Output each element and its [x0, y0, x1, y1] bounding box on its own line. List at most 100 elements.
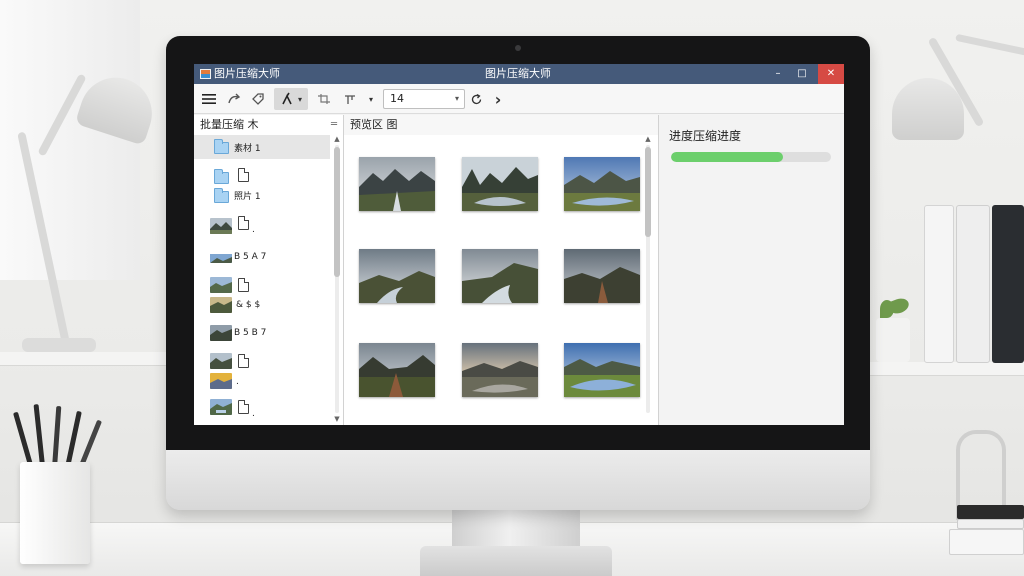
crop-button[interactable] [314, 88, 334, 110]
tree-item[interactable]: . [194, 211, 330, 239]
image-thumbnail [210, 297, 232, 313]
monitor-chin [166, 450, 870, 510]
monitor: 图片压缩大师 图片压缩大师 – □ ✕ ▾ ▾ 14 ▾ › 批量压缩 木 ═ … [166, 36, 870, 510]
chevron-down-icon: ▾ [297, 94, 302, 104]
redo-icon [228, 93, 241, 104]
tree-item-label: 照片 1 [234, 192, 261, 202]
stamp-button[interactable] [340, 88, 360, 110]
zoom-value: 14 [390, 92, 404, 105]
refresh-icon [471, 93, 481, 104]
right-lamp-shade [892, 78, 964, 140]
tree-item[interactable]: . [194, 351, 330, 393]
hamburger-menu-button[interactable] [200, 88, 218, 110]
image-thumbnail [210, 277, 232, 293]
tree-item[interactable]: . [194, 397, 330, 423]
file-panel-header: 批量压缩 木 ═ [194, 115, 343, 135]
image-thumbnail[interactable] [564, 249, 640, 303]
tree-item-label: 素材 1 [234, 144, 261, 154]
preview-scrollbar[interactable]: ▲ [644, 135, 652, 425]
app-window: 图片压缩大师 图片压缩大师 – □ ✕ ▾ ▾ 14 ▾ › 批量压缩 木 ═ … [194, 64, 844, 425]
compression-progress-bar [671, 152, 831, 162]
preview-panel-header: 预览区 图 [344, 115, 658, 135]
title-bar[interactable]: 图片压缩大师 图片压缩大师 – □ ✕ [194, 64, 844, 84]
tree-item[interactable]: B 5 B 7 [194, 319, 330, 347]
stamp-icon [345, 95, 355, 104]
window-title-center: 图片压缩大师 [485, 67, 551, 80]
image-thumbnail [210, 325, 232, 341]
minimize-button[interactable]: – [767, 64, 789, 84]
tree-item[interactable]: & $ $ [194, 275, 330, 315]
tree-item-label: . [252, 225, 255, 235]
scroll-thumb[interactable] [334, 147, 340, 277]
image-thumbnail[interactable] [564, 157, 640, 211]
chevron-down-icon[interactable]: ▾ [455, 90, 459, 108]
stamp-dropdown[interactable]: ▾ [364, 88, 378, 110]
scroll-thumb[interactable] [645, 147, 651, 237]
image-thumbnail[interactable] [462, 249, 538, 303]
close-button[interactable]: ✕ [818, 64, 844, 84]
image-thumbnail [210, 399, 232, 415]
monitor-stand-foot [420, 546, 612, 576]
toolbar: ▾ ▾ 14 ▾ › [194, 84, 844, 114]
tree-item[interactable]: B 5 A 7 [194, 243, 330, 271]
image-thumbnail [210, 251, 232, 263]
brush-icon [282, 92, 292, 105]
image-thumbnail[interactable] [359, 157, 435, 211]
image-thumbnail[interactable] [462, 343, 538, 397]
image-thumbnail[interactable] [359, 249, 435, 303]
preview-panel-title: 预览区 图 [350, 118, 398, 131]
right-shelf [844, 362, 1024, 376]
file-tree-panel: 批量压缩 木 ═ 素材 1 照片 1 . B 5 A 7 & $ $ B 5 B… [194, 115, 344, 425]
progress-title: 进度压缩进度 [669, 129, 742, 143]
maximize-button[interactable]: □ [791, 64, 813, 84]
document-icon [238, 216, 249, 230]
folder-icon [214, 139, 229, 154]
image-thumbnail [210, 373, 232, 389]
progress-panel: 进度压缩进度 [659, 115, 844, 425]
pencil [52, 405, 62, 469]
panel-menu-icon[interactable]: ═ [331, 115, 337, 135]
tree-item-label: . [236, 377, 239, 387]
scroll-up-arrow-icon[interactable]: ▲ [644, 135, 652, 143]
image-thumbnail[interactable] [359, 343, 435, 397]
scroll-up-arrow-icon[interactable]: ▲ [333, 135, 341, 143]
tree-item[interactable]: 素材 1 [194, 135, 330, 159]
image-thumbnail [210, 218, 232, 234]
tag-button[interactable] [248, 88, 268, 110]
document-icon [238, 278, 249, 292]
binders [924, 205, 1024, 363]
document-icon [238, 168, 249, 182]
tree-item-label: B 5 A 7 [234, 252, 267, 262]
camera-icon [515, 45, 521, 51]
redo-button[interactable] [224, 88, 244, 110]
next-button[interactable]: › [490, 88, 506, 110]
pencil [33, 404, 45, 467]
tag-icon [252, 93, 264, 105]
file-panel-title: 批量压缩 木 [200, 118, 259, 131]
folder-icon [214, 169, 229, 184]
tree-item-label: B 5 B 7 [234, 328, 267, 338]
tree-item[interactable]: 照片 1 [194, 163, 330, 205]
scroll-down-arrow-icon[interactable]: ▼ [333, 415, 341, 423]
file-tree-scrollbar[interactable]: ▲ ▼ [333, 135, 341, 425]
chevron-down-icon: ▾ [368, 94, 373, 104]
image-thumbnail[interactable] [462, 157, 538, 211]
preview-panel: 预览区 图 ▲ [344, 115, 659, 425]
pen-cup [20, 462, 90, 564]
image-thumbnail[interactable] [564, 343, 640, 397]
tree-item-label: . [252, 409, 255, 419]
document-icon [238, 400, 249, 414]
monitor-bezel: 图片压缩大师 图片压缩大师 – □ ✕ ▾ ▾ 14 ▾ › 批量压缩 木 ═ … [166, 36, 870, 450]
zoom-input[interactable]: 14 ▾ [383, 89, 465, 109]
refresh-button[interactable] [466, 88, 486, 110]
file-tree: 素材 1 照片 1 . B 5 A 7 & $ $ B 5 B 7 . . [194, 135, 332, 425]
progress-fill [671, 152, 783, 162]
brush-tool-button[interactable]: ▾ [274, 88, 308, 110]
app-logo-icon [200, 69, 211, 79]
tree-item-label: & $ $ [236, 300, 261, 310]
image-thumbnail [210, 353, 232, 369]
right-lamp-top-arm [955, 33, 1024, 58]
left-lamp-base [22, 338, 96, 352]
books [949, 505, 1024, 555]
left-shelf [0, 352, 175, 366]
